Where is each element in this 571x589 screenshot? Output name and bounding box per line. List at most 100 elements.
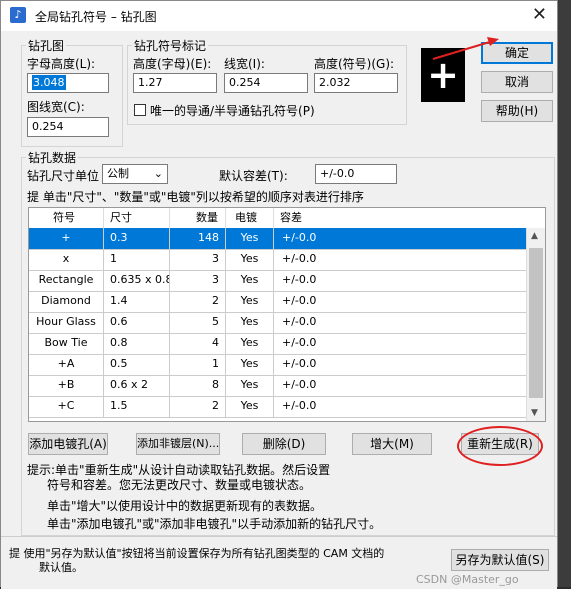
cell-size: 0.635 x 0.8 [104,270,170,291]
table-row[interactable]: +0.3 148 Yes +/-0.0 [29,228,526,250]
cell-size: 0.6 x 2 [104,375,170,396]
cell-symbol: +B [29,375,104,396]
drill-chart-legend: 钻孔图 [28,39,65,53]
annotation-circle [457,426,543,466]
save-default-button[interactable]: 另存为默认值(S) [451,549,549,571]
col-symbol[interactable]: 符号 [29,208,104,228]
col-plated[interactable]: 电镀 [226,208,274,228]
cell-tolerance: +/-0.0 [282,273,317,286]
table-row[interactable]: Rectangle 0.635 x 0.8 3 Yes +/-0.0 [29,270,526,292]
cell-symbol: +A [29,354,104,375]
close-icon[interactable]: ✕ [532,4,547,25]
cell-plated: Yes [226,291,274,312]
symbol-line-width-label: 线宽(I): [224,57,265,71]
cell-plated: Yes [226,375,274,396]
cell-plated: Yes [226,228,274,249]
footer-hint-line-2: 默认值。 [39,561,83,574]
unit-label: 钻孔尺寸单位 [27,169,100,183]
symbol-height-input[interactable]: 2.032 [314,73,398,93]
table-row[interactable]: +B 0.6 x 2 8 Yes +/-0.0 [29,375,526,397]
cell-size: 0.5 [104,354,170,375]
symbol-line-width-input[interactable]: 0.254 [224,73,308,93]
cell-symbol: Bow Tie [29,333,104,354]
cell-size: 1.5 [104,396,170,417]
symbol-height-label: 高度(符号)(G): [314,57,395,71]
table-row[interactable]: +C 1.5 2 Yes +/-0.0 [29,396,526,418]
watermark: CSDN @Master_go [416,573,519,586]
cell-qty: 3 [170,249,226,270]
footer-hint-bar: 提 使用"另存为默认值"按钮将当前设置保存为所有钻孔图类型的 CAM 文档的 默… [1,536,557,589]
cell-symbol: + [29,228,104,249]
cell-plated: Yes [226,249,274,270]
symbol-marker-legend: 钻孔符号标记 [134,39,207,53]
note-line-4: 单击"添加电镀孔"或"添加非电镀孔"以手动添加新的钻孔尺寸。 [47,517,382,531]
cell-size: 0.8 [104,333,170,354]
cell-plated: Yes [226,396,274,417]
col-qty[interactable]: 数量 [170,208,226,228]
note-line-3: 单击"增大"以使用设计中的数据更新现有的表数据。 [47,499,323,513]
table-header: 符号 尺寸 数量 电镀 容差 [29,208,526,229]
char-height-input[interactable]: 3.048 [27,73,109,93]
cell-tolerance: +/-0.0 [282,378,317,391]
cell-plated: Yes [226,354,274,375]
cell-qty: 148 [170,228,226,249]
tolerance-label: 默认容差(T): [219,169,288,183]
cell-tolerance: +/-0.0 [282,336,317,349]
cell-tolerance: +/-0.0 [282,252,317,265]
delete-button[interactable]: 删除(D) [242,433,326,455]
sort-hint: 提 单击"尺寸"、"数量"或"电镀"列以按希望的顺序对表进行排序 [27,190,364,204]
cell-tolerance: +/-0.0 [282,357,317,370]
tolerance-input[interactable]: +/-0.0 [315,164,397,184]
cell-qty: 2 [170,291,226,312]
cell-size: 1 [104,249,170,270]
cell-symbol: Rectangle [29,270,104,291]
add-nonplated-button[interactable]: 添加非镀层(N)... [136,433,220,455]
title-bar: ♪ 全局钻孔符号 – 钻孔图 ✕ [1,1,557,31]
cell-symbol: x [29,249,104,270]
cell-qty: 5 [170,312,226,333]
line-width-label: 图线宽(C): [27,100,85,114]
unit-value: 公制 [107,167,129,180]
char-height-label: 字母高度(L): [27,57,96,71]
unique-symbol-label: 唯一的导通/半导通钻孔符号(P) [150,104,315,118]
scroll-up-icon[interactable]: ▲ [531,231,538,241]
cell-symbol: Hour Glass [29,312,104,333]
cell-qty: 8 [170,375,226,396]
col-size[interactable]: 尺寸 [104,208,170,228]
background-strip [558,0,571,587]
cell-size: 0.3 [104,228,170,249]
drill-data-legend: 钻孔数据 [28,151,77,165]
annotation-arrow [432,37,499,60]
table-row[interactable]: Hour Glass 0.6 5 Yes +/-0.0 [29,312,526,334]
dialog-window: ♪ 全局钻孔符号 – 钻孔图 ✕ 钻孔图 字母高度(L): 3.048 图线宽(… [0,0,558,589]
col-tolerance[interactable]: 容差 [274,208,526,228]
scroll-down-icon[interactable]: ▼ [531,408,538,418]
cancel-button[interactable]: 取消 [481,71,553,93]
table-row[interactable]: Diamond 1.4 2 Yes +/-0.0 [29,291,526,313]
cell-plated: Yes [226,333,274,354]
cell-symbol: Diamond [29,291,104,312]
drill-table: 符号 尺寸 数量 电镀 容差 +0.3 148 Yes +/-0.0 x 1 3 Yes +/-… [28,207,546,422]
help-button[interactable]: 帮助(H) [481,100,553,122]
cell-qty: 2 [170,396,226,417]
cell-qty: 4 [170,333,226,354]
table-row[interactable]: +A 0.5 1 Yes +/-0.0 [29,354,526,376]
scroll-thumb[interactable] [529,248,543,398]
cell-plated: Yes [226,270,274,291]
unique-symbol-checkbox[interactable] [134,104,146,116]
enlarge-button[interactable]: 增大(M) [352,433,432,455]
table-scrollbar[interactable]: ▲ ▼ [526,228,545,421]
line-width-input[interactable]: 0.254 [27,117,109,137]
table-row[interactable]: x 1 3 Yes +/-0.0 [29,249,526,271]
table-row[interactable]: Bow Tie 0.8 4 Yes +/-0.0 [29,333,526,355]
unit-select[interactable]: 公制 ⌄ [102,164,168,184]
cell-qty: 3 [170,270,226,291]
note-line-2: 符号和容差。您无法更改尺寸、数量或电镀状态。 [47,478,312,492]
cell-qty: 1 [170,354,226,375]
char-height-value: 3.048 [32,75,66,90]
add-plated-button[interactable]: 添加电镀孔(A) [28,433,108,455]
symbol-char-height-input[interactable]: 1.27 [133,73,217,93]
cell-symbol: +C [29,396,104,417]
cell-size: 0.6 [104,312,170,333]
cell-tolerance: +/-0.0 [282,231,317,244]
